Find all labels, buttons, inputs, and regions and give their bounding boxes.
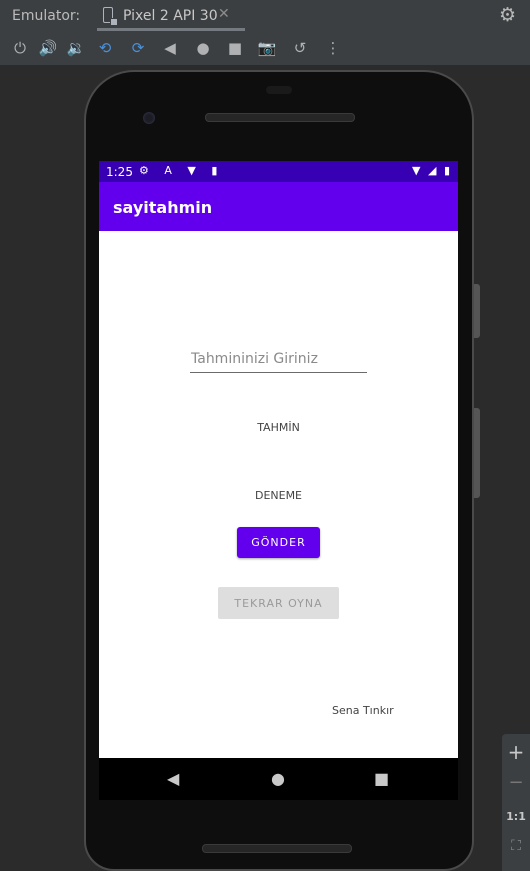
- bottom-speaker-grille: [202, 844, 352, 853]
- power-side-button[interactable]: [474, 284, 480, 338]
- emulator-toolbar: ⏻ 🔊 🔉 ⟲ ⟳ ◀ ● ■ 📷 ↺ ⋮: [0, 33, 530, 65]
- attempts-text: DENEME: [254, 489, 303, 502]
- settings-gear-icon[interactable]: ⚙: [499, 4, 516, 26]
- back-icon[interactable]: ◀: [160, 39, 180, 57]
- volume-side-button[interactable]: [474, 408, 480, 498]
- nav-home-icon[interactable]: ●: [271, 770, 285, 788]
- nav-recents-icon[interactable]: ■: [374, 770, 389, 788]
- zoom-controls: + − 1:1 ⛶: [502, 734, 530, 871]
- snapshot-icon[interactable]: ↺: [290, 39, 310, 57]
- nav-back-icon[interactable]: ◀: [167, 770, 179, 788]
- rotate-right-icon[interactable]: ⟳: [128, 39, 148, 57]
- tab-underline: [97, 28, 245, 31]
- zoom-in-icon[interactable]: +: [502, 740, 530, 764]
- guess-input[interactable]: [190, 346, 367, 373]
- volume-down-icon[interactable]: 🔉: [66, 39, 86, 57]
- overview-icon[interactable]: ■: [225, 39, 245, 57]
- status-bar: 1:25 ⚙ A ▼ ▮ ▼ ◢ ▮: [99, 161, 458, 182]
- app-bar: sayitahmin: [99, 182, 458, 231]
- hint-text: TAHMİN: [257, 421, 300, 434]
- power-icon[interactable]: ⏻: [10, 39, 30, 57]
- fit-screen-icon[interactable]: ⛶: [502, 838, 530, 854]
- play-again-button[interactable]: TEKRAR OYNA: [218, 587, 339, 619]
- volume-up-icon[interactable]: 🔊: [38, 39, 58, 57]
- notification-icons: ⚙ A ▼ ▮: [139, 164, 224, 177]
- navigation-bar: ◀ ● ■: [99, 758, 458, 800]
- status-time: 1:25: [106, 165, 133, 179]
- emulator-title-bar: Emulator: Pixel 2 API 30 ✕ ⚙: [0, 0, 530, 34]
- rotate-left-icon[interactable]: ⟲: [95, 39, 115, 57]
- screenshot-camera-icon[interactable]: 📷: [257, 39, 277, 57]
- actual-size-button[interactable]: 1:1: [502, 810, 530, 823]
- emulator-label: Emulator:: [12, 8, 81, 24]
- device-tab-title: Pixel 2 API 30: [123, 8, 218, 24]
- device-screen: 1:25 ⚙ A ▼ ▮ ▼ ◢ ▮ sayitahmin TAHMİN DEN…: [99, 161, 458, 758]
- author-name: Sena Tınkır: [332, 704, 394, 717]
- device-icon: [103, 7, 118, 26]
- more-options-icon[interactable]: ⋮: [323, 39, 343, 57]
- app-title: sayitahmin: [113, 198, 213, 217]
- system-status-icons: ▼ ◢ ▮: [412, 164, 452, 177]
- home-icon[interactable]: ●: [193, 39, 213, 57]
- close-tab-icon[interactable]: ✕: [218, 6, 230, 22]
- zoom-out-icon[interactable]: −: [502, 772, 530, 793]
- submit-button[interactable]: GÖNDER: [237, 527, 320, 558]
- device-tab[interactable]: Pixel 2 API 30 ✕: [95, 0, 245, 33]
- front-camera: [143, 112, 155, 124]
- earpiece: [266, 86, 292, 94]
- top-speaker-grille: [205, 113, 355, 122]
